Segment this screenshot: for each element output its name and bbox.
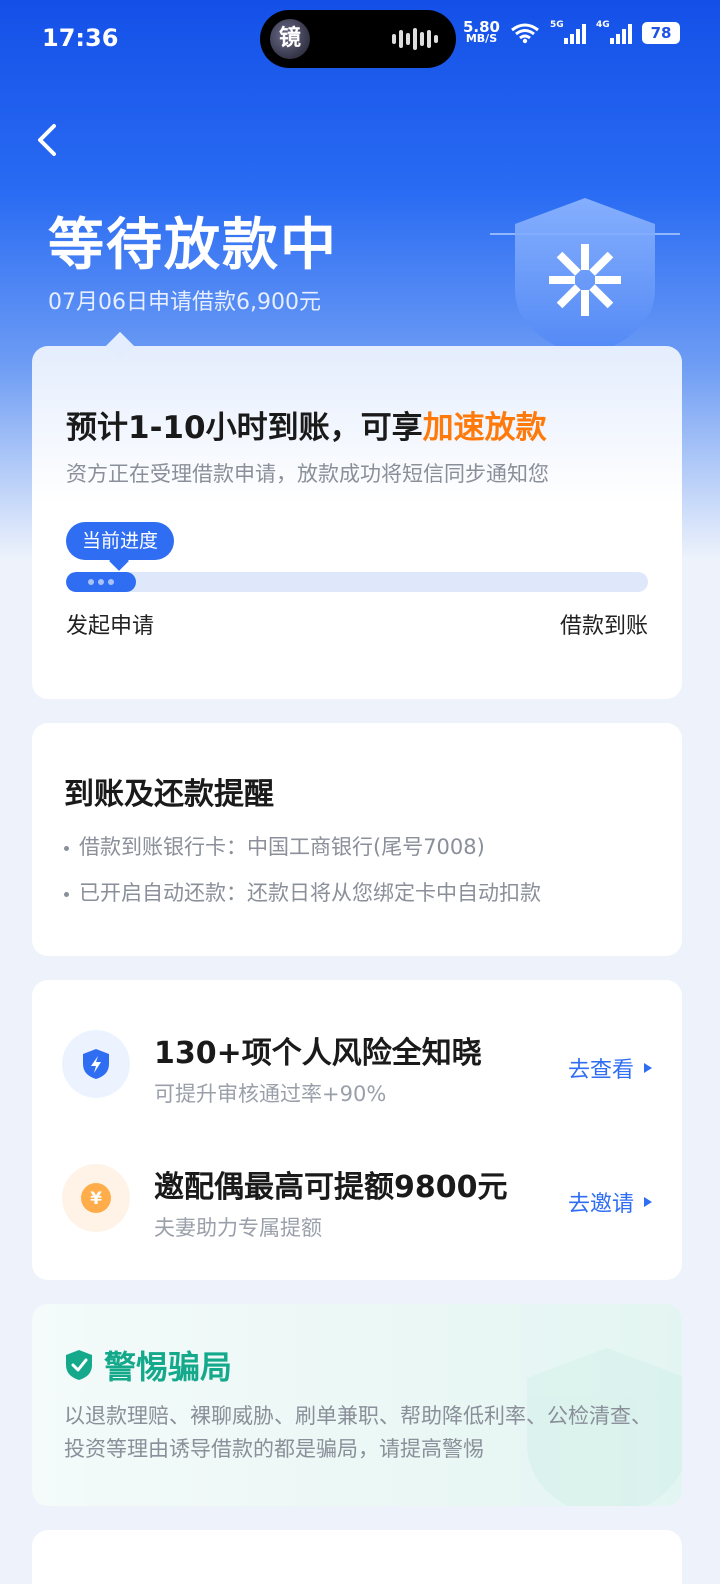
invite-button[interactable]: 去邀请 — [568, 1186, 652, 1218]
eta-title: 预计1-10小时到账，可享加速放款 — [66, 410, 547, 446]
status-bar: 17:36 镜 5.80 MB/S 5G 4G 78 — [0, 0, 720, 80]
progress-track — [66, 572, 648, 592]
eta-accent[interactable]: 加速放款 — [423, 410, 547, 446]
signal-4g-icon: 4G — [596, 20, 632, 44]
fraud-warning-text: 以退款理赔、裸聊威胁、刷单兼职、帮助降低利率、公检清查、投资等理由诱导借款的都是… — [64, 1404, 652, 1461]
shield-check-icon — [66, 1350, 92, 1380]
back-arrow-icon[interactable] — [30, 118, 70, 162]
fraud-warning-card: 警惕骗局 以退款理赔、裸聊威胁、刷单兼职、帮助降低利率、公检清查、投资等理由诱导… — [32, 1304, 682, 1506]
network-speed: 5.80 MB/S — [462, 18, 500, 45]
page-subtitle: 07月06日申请借款6,900元 — [48, 290, 321, 315]
shield-logo-icon — [490, 198, 680, 358]
wifi-icon — [511, 23, 539, 44]
yuan-coin-icon: ¥ — [62, 1164, 130, 1232]
reminder-title: 到账及还款提醒 — [64, 777, 274, 812]
offer-subtitle: 可提升审核通过率+90% — [154, 1082, 387, 1106]
current-progress-badge: 当前进度 — [66, 522, 175, 560]
play-arrow-icon — [644, 1197, 652, 1207]
view-button[interactable]: 去查看 — [568, 1052, 652, 1084]
play-arrow-icon — [644, 1063, 652, 1073]
offer-row-risk-report[interactable]: 130+项个人风险全知晓 可提升审核通过率+90% 去查看 — [32, 1010, 682, 1130]
progress-start-label: 发起申请 — [66, 614, 155, 639]
offer-title: 130+项个人风险全知晓 — [154, 1036, 482, 1071]
lightning-shield-icon — [62, 1030, 130, 1098]
fraud-warning-title: 警惕骗局 — [104, 1348, 233, 1386]
svg-text:¥: ¥ — [90, 1189, 102, 1209]
audio-wave-icon — [392, 28, 438, 50]
eta-description: 资方正在受理借款申请，放款成功将短信同步通知您 — [66, 462, 549, 486]
signal-5g-icon: 5G — [550, 20, 586, 44]
status-time: 17:36 — [42, 24, 119, 52]
dynamic-island[interactable]: 镜 — [260, 10, 456, 68]
offer-title: 邀配偶最高可提额9800元 — [154, 1170, 508, 1205]
offers-card: 130+项个人风险全知晓 可提升审核通过率+90% 去查看 ¥ 邀配偶最高可提额… — [32, 980, 682, 1280]
reminder-item-auto-repay: 已开启自动还款：还款日将从您绑定卡中自动扣款 — [64, 877, 541, 907]
progress-fill — [66, 572, 136, 592]
battery-icon: 78 — [642, 22, 680, 44]
offer-subtitle: 夫妻助力专属提额 — [154, 1216, 322, 1240]
next-card — [32, 1530, 682, 1584]
page-title: 等待放款中 — [48, 213, 338, 278]
status-indicators: 5.80 MB/S 5G 4G 78 — [462, 18, 680, 45]
progress-end-label: 借款到账 — [559, 614, 648, 639]
fraud-warning-header: 警惕骗局 — [64, 1342, 232, 1388]
reminder-card: 到账及还款提醒 借款到账银行卡：中国工商银行(尾号7008) 已开启自动还款：还… — [32, 723, 682, 956]
progress-card: 预计1-10小时到账，可享加速放款 资方正在受理借款申请，放款成功将短信同步通知… — [32, 346, 682, 699]
reminder-item-bank-card: 借款到账银行卡：中国工商银行(尾号7008) — [64, 831, 485, 861]
offer-row-spouse-invite[interactable]: ¥ 邀配偶最高可提额9800元 夫妻助力专属提额 去邀请 — [32, 1144, 682, 1264]
island-avatar: 镜 — [270, 19, 310, 59]
